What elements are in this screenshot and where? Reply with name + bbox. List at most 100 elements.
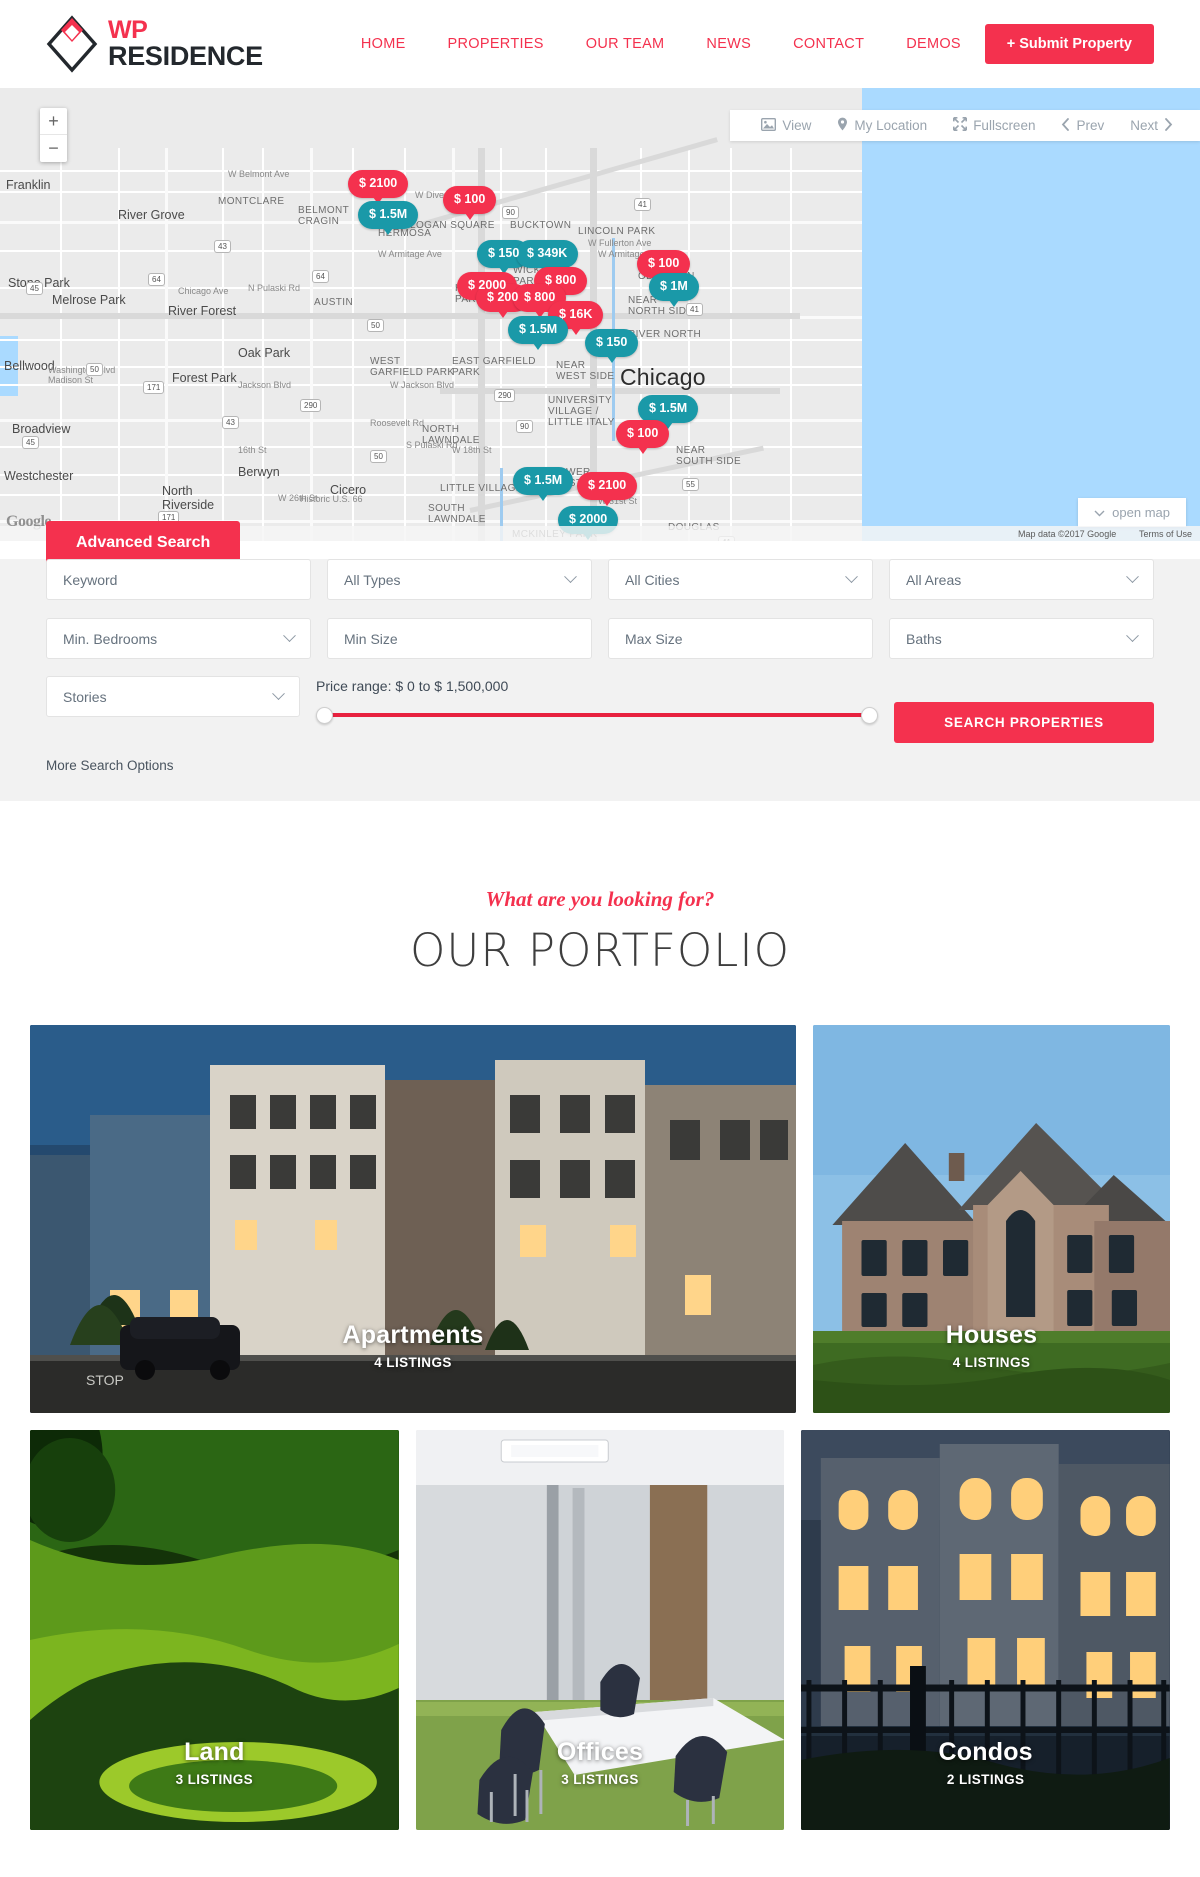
search-input-keyword[interactable]: Keyword bbox=[46, 559, 311, 600]
map-zoom-in-button[interactable]: + bbox=[40, 108, 67, 135]
search-properties-button[interactable]: SEARCH PROPERTIES bbox=[894, 702, 1154, 743]
types-value: All Types bbox=[344, 571, 401, 588]
nav-item-news[interactable]: NEWS bbox=[706, 36, 751, 52]
submit-property-button[interactable]: + Submit Property bbox=[984, 24, 1154, 64]
houses-name: Houses bbox=[945, 1321, 1038, 1349]
map-label: BUCKTOWN bbox=[510, 220, 572, 231]
map-label: W 18th St bbox=[452, 445, 492, 455]
areas-value: All Areas bbox=[906, 571, 962, 588]
map-label: N Pulaski Rd bbox=[248, 283, 301, 293]
condos-listings: 2 LISTINGS bbox=[946, 1772, 1025, 1787]
map-route-shield: 43 bbox=[214, 240, 231, 253]
site-logo[interactable]: WP RESIDENCE bbox=[46, 15, 263, 73]
map-price-marker[interactable]: $ 100 bbox=[616, 420, 670, 453]
portfolio-card-houses[interactable]: Houses 4 LISTINGS bbox=[813, 1025, 1170, 1413]
search-select-areas[interactable]: All Areas bbox=[889, 559, 1154, 600]
map-label: Historic U.S. 66 bbox=[300, 494, 363, 504]
map-prev-button[interactable]: Prev bbox=[1048, 117, 1117, 134]
nav-item-our-team[interactable]: OUR TEAM bbox=[586, 36, 665, 52]
map-price-marker-label: $ 800 bbox=[524, 290, 556, 304]
map-my-location-button[interactable]: My Location bbox=[824, 117, 940, 134]
search-input-min-size[interactable]: Min Size bbox=[327, 618, 592, 659]
map-water-lake bbox=[862, 88, 1200, 541]
apartments-caption: Apartments 4 LISTINGS bbox=[30, 1321, 796, 1370]
map-label: W Armitage Ave bbox=[378, 249, 442, 259]
map-route-shield: 41 bbox=[634, 198, 651, 211]
search-select-bedrooms[interactable]: Min. Bedrooms bbox=[46, 618, 311, 659]
chevron-down-icon bbox=[1126, 629, 1139, 643]
map-price-marker[interactable]: $ 2100 bbox=[577, 472, 638, 505]
logo-text-bottom: RESIDENCE bbox=[108, 41, 263, 71]
portfolio-card-land[interactable]: Land 3 LISTINGS bbox=[30, 1430, 399, 1830]
map-price-marker[interactable]: $ 349K bbox=[516, 240, 579, 273]
chevron-down-icon bbox=[283, 629, 296, 643]
min-size-value: Min Size bbox=[344, 630, 398, 647]
map-fullscreen-button[interactable]: Fullscreen bbox=[940, 117, 1048, 134]
map-price-marker[interactable]: $ 1M bbox=[649, 273, 699, 306]
map-route-shield: 50 bbox=[86, 363, 103, 376]
map-next-button[interactable]: Next bbox=[1117, 117, 1186, 134]
search-select-types[interactable]: All Types bbox=[327, 559, 592, 600]
map-view-button[interactable]: View bbox=[748, 117, 824, 134]
chevron-down-icon bbox=[1094, 505, 1105, 520]
slider-handle-max[interactable] bbox=[861, 707, 878, 724]
map-price-marker-label: $ 2000 bbox=[569, 512, 608, 526]
map-price-marker-label: $ 16K bbox=[559, 307, 593, 321]
map-price-marker[interactable]: $ 1.5M bbox=[358, 201, 419, 234]
diamond-logo-icon bbox=[46, 15, 98, 73]
map-label: Washington Blvd bbox=[48, 365, 116, 375]
map-route-shield: 171 bbox=[143, 381, 165, 394]
search-row-1: Keyword All Types All Cities All Areas bbox=[0, 559, 1200, 600]
map-label: NEAR WEST SIDE bbox=[556, 360, 615, 382]
map-price-marker-label: $ 349K bbox=[527, 246, 568, 260]
map-label: W Belmont Ave bbox=[228, 169, 290, 179]
portfolio-card-condos[interactable]: Condos 2 LISTINGS bbox=[801, 1430, 1171, 1830]
chevron-down-icon bbox=[1126, 570, 1139, 584]
chevron-left-icon bbox=[1061, 117, 1070, 134]
map-zoom-controls[interactable]: + − bbox=[40, 108, 67, 162]
map-price-marker[interactable]: $ 2100 bbox=[348, 170, 409, 203]
map-route-shield: 64 bbox=[148, 273, 165, 286]
map-label: LINCOLN PARK bbox=[578, 226, 656, 237]
map-price-marker-label: $ 200 bbox=[487, 290, 519, 304]
search-select-baths[interactable]: Baths bbox=[889, 618, 1154, 659]
nav-item-home[interactable]: HOME bbox=[361, 36, 406, 52]
map-next-label: Next bbox=[1130, 118, 1158, 133]
offices-name: Offices bbox=[556, 1738, 644, 1766]
search-input-max-size[interactable]: Max Size bbox=[608, 618, 873, 659]
price-range-slider[interactable] bbox=[316, 707, 878, 724]
map-price-marker[interactable]: $ 150 bbox=[585, 329, 639, 362]
map-price-marker[interactable]: $ 100 bbox=[443, 186, 497, 219]
more-search-options-link[interactable]: More Search Options bbox=[0, 758, 220, 773]
nav-item-contact[interactable]: CONTACT bbox=[793, 36, 864, 52]
slider-handle-min[interactable] bbox=[316, 707, 333, 724]
portfolio-card-offices[interactable]: Offices 3 LISTINGS bbox=[415, 1430, 785, 1830]
map-price-marker[interactable]: $ 1.5M bbox=[638, 395, 699, 428]
map-label: Roosevelt Rd bbox=[370, 418, 425, 428]
map-label: EAST GARFIELD PARK bbox=[452, 356, 536, 378]
map-price-marker[interactable]: $ 1.5M bbox=[513, 467, 574, 500]
open-map-button[interactable]: open map bbox=[1078, 498, 1186, 527]
map-label: AUSTIN bbox=[314, 297, 354, 308]
map-label: S Pulaski Rd bbox=[406, 440, 458, 450]
search-select-cities[interactable]: All Cities bbox=[608, 559, 873, 600]
nav-item-properties[interactable]: PROPERTIES bbox=[448, 36, 544, 52]
map-zoom-out-button[interactable]: − bbox=[40, 135, 67, 162]
land-name: Land bbox=[184, 1738, 245, 1766]
map-price-marker-label: $ 100 bbox=[627, 426, 659, 440]
map-price-marker-label: $ 1.5M bbox=[524, 473, 563, 487]
search-row-3: Stories Price range: $ 0 to $ 1,500,000 … bbox=[0, 676, 1200, 743]
nav-item-demos[interactable]: DEMOS bbox=[906, 36, 961, 52]
property-map[interactable]: Franklin River Grove MONTCLARE BELMONT CRAGI… bbox=[0, 88, 1200, 541]
portfolio-section: What are you looking for? OUR PORTFOLIO bbox=[0, 801, 1200, 1877]
map-label: 16th St bbox=[238, 445, 267, 455]
map-price-marker-label: $ 100 bbox=[648, 256, 680, 270]
map-my-location-label: My Location bbox=[854, 118, 928, 133]
map-label: NEAR SOUTH SIDE bbox=[676, 445, 742, 467]
portfolio-card-apartments[interactable]: STOP Apartments 4 LISTINGS bbox=[30, 1025, 796, 1413]
houses-listings: 4 LISTINGS bbox=[952, 1355, 1031, 1370]
map-price-marker-label: $ 1.5M bbox=[369, 207, 408, 221]
map-route-shield: 45 bbox=[26, 282, 43, 295]
map-label: Westchester bbox=[4, 469, 74, 483]
search-select-stories[interactable]: Stories bbox=[46, 676, 300, 717]
